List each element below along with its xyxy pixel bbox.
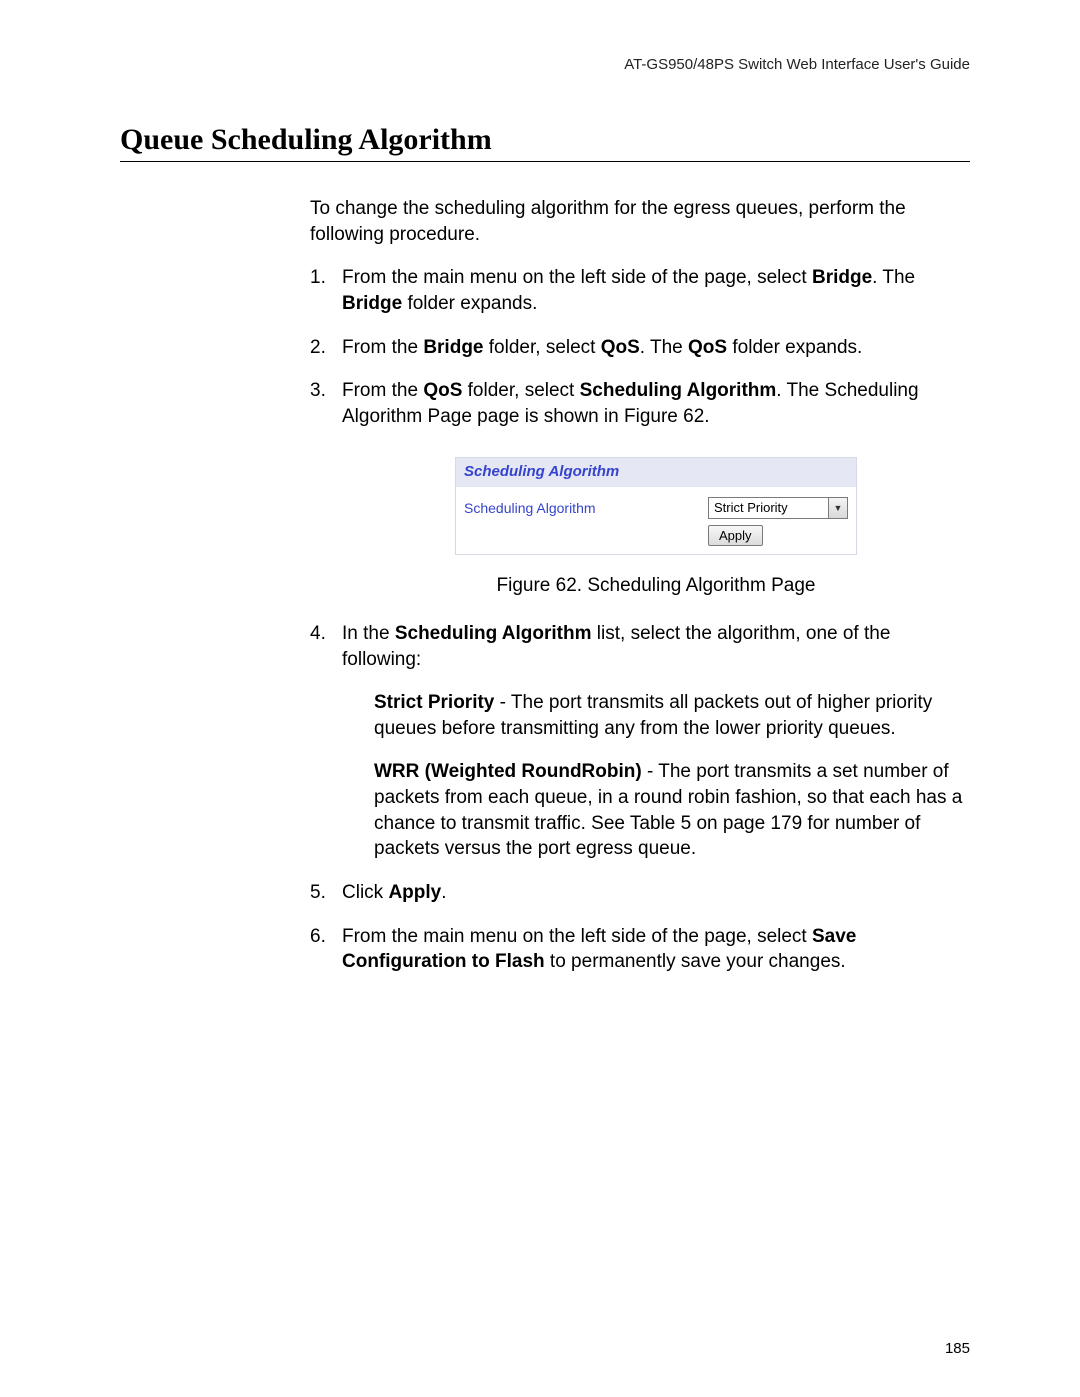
figure-62: Scheduling Algorithm Scheduling Algorith… — [342, 457, 970, 555]
text: From the main menu on the left side of t… — [342, 926, 812, 947]
bold: Scheduling Algorithm — [580, 380, 777, 401]
bold: Strict Priority — [374, 692, 494, 713]
step-3: From the QoS folder, select Scheduling A… — [310, 378, 970, 599]
text: folder, select — [462, 380, 579, 401]
intro-paragraph: To change the scheduling algorithm for t… — [310, 196, 970, 247]
text: folder expands. — [402, 293, 537, 314]
apply-button[interactable]: Apply — [708, 525, 763, 547]
running-head: AT-GS950/48PS Switch Web Interface User'… — [120, 56, 970, 73]
bold: Apply — [388, 882, 441, 903]
step-2: From the Bridge folder, select QoS. The … — [310, 335, 970, 361]
panel-title: Scheduling Algorithm — [456, 458, 856, 486]
select-value: Strict Priority — [714, 499, 788, 517]
chevron-down-icon: ▼ — [828, 498, 847, 518]
text: From the — [342, 337, 423, 358]
text: From the main menu on the left side of t… — [342, 267, 812, 288]
text: . The — [640, 337, 688, 358]
text: Click — [342, 882, 388, 903]
bold: Scheduling Algorithm — [395, 623, 592, 644]
page: AT-GS950/48PS Switch Web Interface User'… — [0, 0, 1080, 1397]
text: folder expands. — [727, 337, 862, 358]
text: to permanently save your changes. — [545, 951, 846, 972]
panel-body: Scheduling Algorithm Strict Priority ▼ A… — [456, 487, 856, 555]
page-title: Queue Scheduling Algorithm — [120, 123, 970, 162]
scheduling-algorithm-panel: Scheduling Algorithm Scheduling Algorith… — [455, 457, 857, 555]
text: . The — [872, 267, 915, 288]
definition-strict-priority: Strict Priority - The port transmits all… — [374, 690, 970, 741]
bold: Bridge — [812, 267, 872, 288]
bold: QoS — [423, 380, 462, 401]
text: . — [441, 882, 446, 903]
panel-field-label: Scheduling Algorithm — [464, 499, 596, 518]
definitions: Strict Priority - The port transmits all… — [374, 690, 970, 862]
step-6: From the main menu on the left side of t… — [310, 924, 970, 975]
bold: WRR (Weighted RoundRobin) — [374, 761, 642, 782]
text: In the — [342, 623, 395, 644]
text: folder, select — [484, 337, 601, 358]
procedure-list: From the main menu on the left side of t… — [310, 265, 970, 975]
step-5: Click Apply. — [310, 880, 970, 906]
definition-wrr: WRR (Weighted RoundRobin) - The port tra… — [374, 759, 970, 862]
scheduling-algorithm-select[interactable]: Strict Priority ▼ — [708, 497, 848, 519]
step-1: From the main menu on the left side of t… — [310, 265, 970, 316]
bold: Bridge — [423, 337, 483, 358]
text: From the — [342, 380, 423, 401]
bold: Bridge — [342, 293, 402, 314]
page-number: 185 — [945, 1340, 970, 1357]
bold: QoS — [601, 337, 640, 358]
step-4: In the Scheduling Algorithm list, select… — [310, 621, 970, 862]
bold: QoS — [688, 337, 727, 358]
body-text: To change the scheduling algorithm for t… — [310, 196, 970, 975]
figure-caption: Figure 62. Scheduling Algorithm Page — [342, 573, 970, 599]
